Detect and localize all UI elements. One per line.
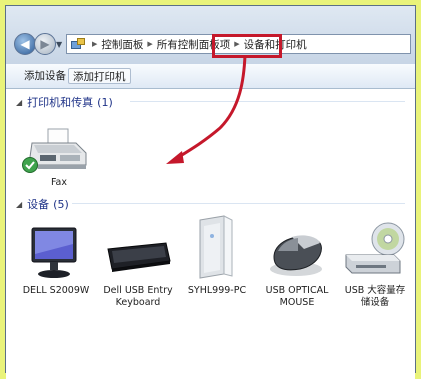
annotation-arrow [166,54,247,164]
